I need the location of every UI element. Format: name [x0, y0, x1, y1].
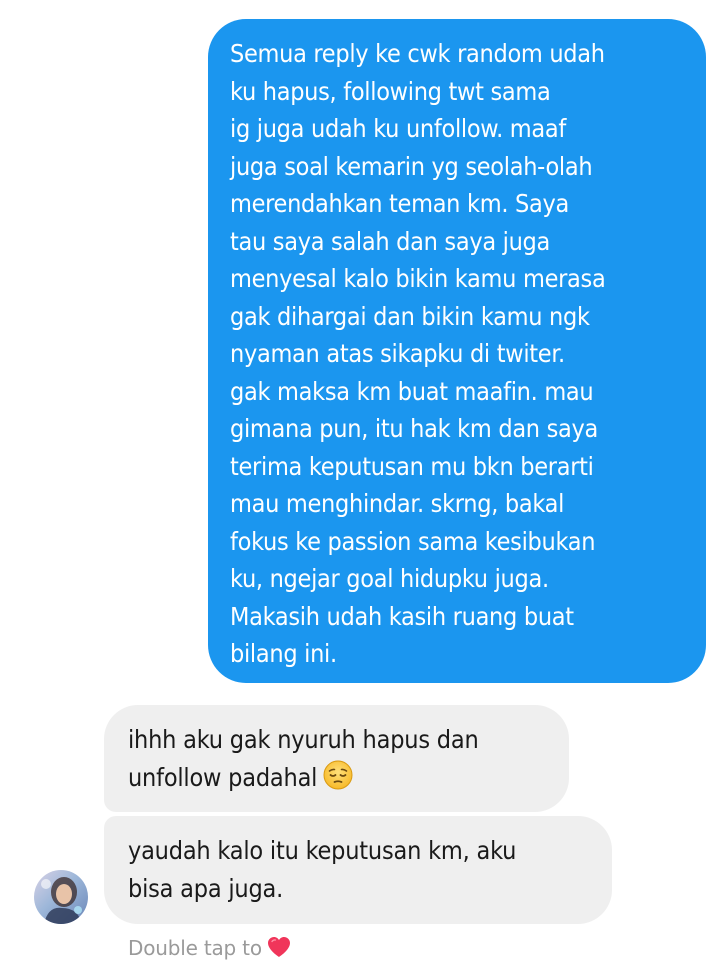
sent-message-bubble[interactable]: Semua reply ke cwk random udah ku hapus,… — [208, 19, 706, 683]
double-tap-hint-text: Double tap to — [128, 936, 262, 960]
message-line: Semua reply ke cwk random udah — [230, 39, 605, 68]
received-message-bubble[interactable]: yaudah kalo itu keputusan km, aku bisa a… — [104, 816, 612, 924]
message-line: terima keputusan mu bkn berarti — [230, 451, 594, 481]
avatar[interactable] — [34, 870, 88, 924]
message-line: juga soal kemarin yg seolah-olah — [230, 151, 593, 181]
pensive-face-icon — [323, 760, 353, 801]
double-tap-hint: Double tap to — [128, 935, 292, 965]
message-line: ku, ngejar goal hidupku juga. — [230, 564, 549, 593]
received-message-bubble[interactable]: ihhh aku gak nyuruh hapus dan unfollow p… — [104, 705, 569, 812]
message-thread: Semua reply ke cwk random udah ku hapus,… — [0, 0, 720, 970]
heart-icon — [266, 935, 292, 965]
message-line: unfollow padahal — [128, 759, 545, 801]
message-line: tau saya salah dan saya juga — [230, 226, 551, 256]
message-line: gak dihargai dan bikin kamu ngk — [230, 301, 590, 331]
message-line-text: unfollow padahal — [128, 763, 318, 792]
message-line: yaudah kalo itu keputusan km, aku — [128, 836, 517, 865]
message-line: nyaman atas sikapku di twiter. — [230, 339, 565, 368]
message-line: mau menghindar. skrng, bakal — [230, 489, 565, 518]
message-line: ihhh aku gak nyuruh hapus dan — [128, 725, 479, 754]
message-line: menyesal kalo bikin kamu merasa — [230, 264, 606, 293]
message-line: Makasih udah kasih ruang buat — [230, 601, 574, 631]
message-line: bisa apa juga. — [128, 874, 284, 903]
message-line: ku hapus, following twt sama — [230, 76, 551, 106]
message-line: fokus ke passion sama kesibukan — [230, 526, 596, 556]
message-line: merendahkan teman km. Saya — [230, 189, 569, 218]
message-line: gimana pun, itu hak km dan saya — [230, 414, 598, 443]
message-line: gak maksa km buat maafin. mau — [230, 376, 594, 406]
message-line: bilang ini. — [230, 639, 337, 668]
message-line: ig juga udah ku unfollow. maaf — [230, 114, 566, 143]
